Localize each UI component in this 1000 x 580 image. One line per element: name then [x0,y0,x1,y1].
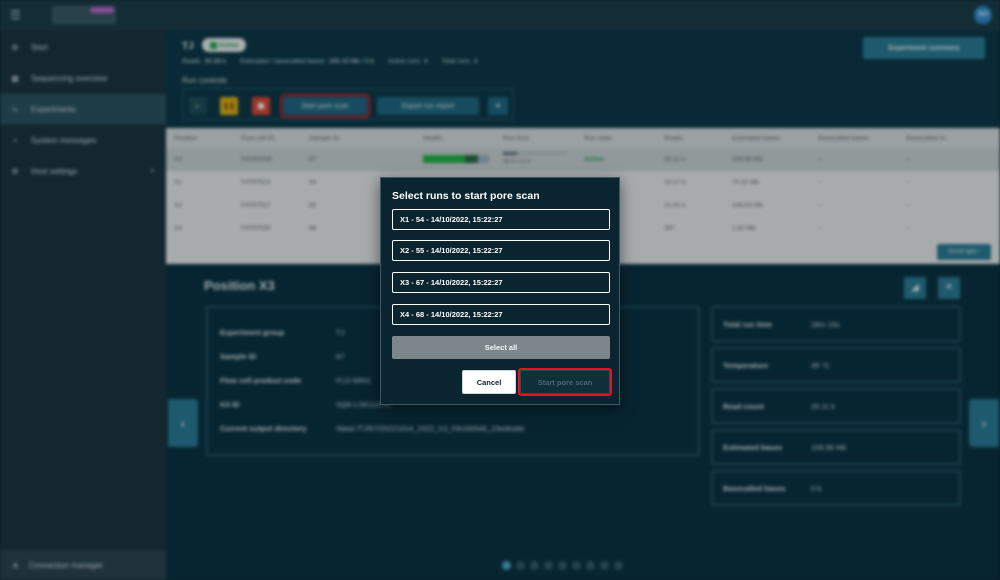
run-option-x4[interactable]: X4 - 68 - 14/10/2022, 15:22:27 [392,304,610,325]
cancel-button[interactable]: Cancel [462,370,516,394]
run-option-x3[interactable]: X3 - 67 - 14/10/2022, 15:22:27 [392,272,610,293]
select-all-button[interactable]: Select all [392,336,610,359]
run-option-x2[interactable]: X2 - 55 - 14/10/2022, 15:22:27 [392,240,610,261]
dialog-title: Select runs to start pore scan [392,190,540,202]
start-pore-scan-dialog: Select runs to start pore scan X1 - 54 -… [380,177,620,405]
start-pore-scan-confirm-button[interactable]: Start pore scan [520,370,610,394]
run-option-x1[interactable]: X1 - 54 - 14/10/2022, 15:22:27 [392,209,610,230]
